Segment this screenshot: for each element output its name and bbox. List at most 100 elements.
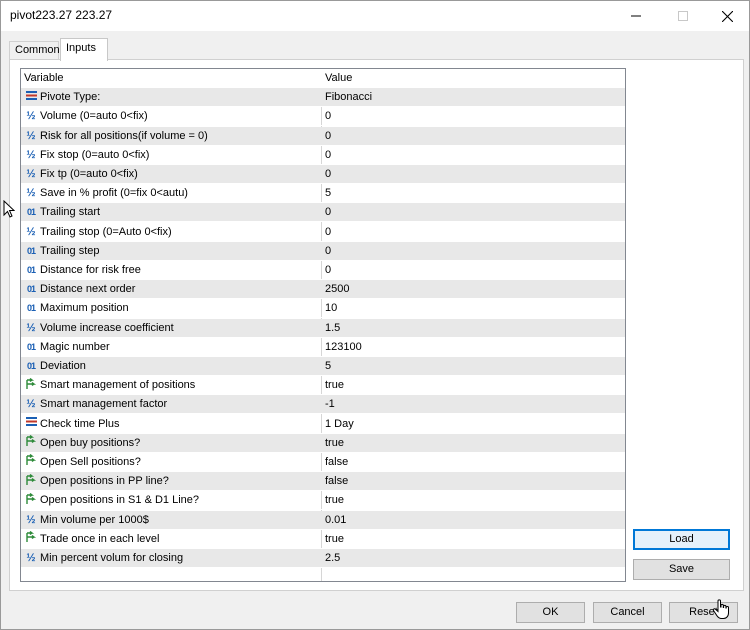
int-icon: 01 (26, 303, 36, 314)
value-cell[interactable]: 2.5 (325, 549, 621, 568)
table-row[interactable]: ½ Smart management factor -1 (21, 395, 625, 415)
variable-cell: Open positions in PP line? (24, 472, 320, 491)
table-row[interactable]: Open positions in S1 & D1 Line? true (21, 491, 625, 511)
value-cell[interactable]: Fibonacci (325, 88, 621, 107)
variable-name: Trade once in each level (40, 532, 160, 545)
variable-name: Open positions in S1 & D1 Line? (40, 494, 199, 507)
table-row[interactable]: 01 Trailing start 0 (21, 203, 625, 223)
load-button[interactable]: Load (633, 529, 730, 550)
double-icon: ½ (26, 513, 36, 526)
table-row[interactable]: Open Sell positions? false (21, 453, 625, 472)
minimize-icon (631, 15, 641, 17)
value-cell[interactable]: true (325, 491, 621, 510)
table-row[interactable]: Smart management of positions true (21, 376, 625, 396)
table-row[interactable]: Pivote Type: Fibonacci (21, 88, 625, 108)
double-icon: ½ (26, 110, 36, 123)
value-cell[interactable]: true (325, 530, 621, 549)
table-row[interactable]: 01 Distance next order 2500 (21, 280, 625, 300)
variable-cell: 01 Distance next order (24, 280, 320, 299)
variable-name: Deviation (40, 360, 86, 372)
table-row[interactable]: ½ Fix stop (0=auto 0<fix) 0 (21, 146, 625, 165)
value-cell[interactable]: 0 (325, 165, 621, 184)
tab-inputs[interactable]: Inputs (60, 38, 108, 61)
table-row[interactable]: 01 Distance for risk free 0 (21, 261, 625, 280)
ok-button[interactable]: OK (516, 602, 585, 623)
variable-cell: 01 Maximum position (24, 299, 320, 318)
value-cell[interactable]: 1 Day (325, 415, 621, 434)
variable-name: Fix tp (0=auto 0<fix) (40, 168, 138, 180)
variable-cell: Check time Plus (24, 415, 320, 434)
value-cell[interactable]: 2500 (325, 280, 621, 299)
value-cell[interactable]: 0 (325, 107, 621, 126)
table-row[interactable]: ½ Volume increase coefficient 1.5 (21, 318, 625, 338)
value-cell[interactable]: 0 (325, 223, 621, 242)
value-cell[interactable]: 0 (325, 146, 621, 165)
value-cell[interactable]: 1.5 (325, 319, 621, 338)
table-row[interactable]: Trade once in each level true (21, 530, 625, 549)
double-icon: ½ (26, 552, 36, 564)
variable-cell: 01 Magic number (24, 338, 320, 357)
table-row[interactable]: ½ Fix tp (0=auto 0<fix) 0 (21, 165, 625, 184)
bool-icon (24, 472, 38, 490)
int-icon: 01 (26, 361, 36, 371)
double-icon: ½ (26, 187, 36, 200)
title-bar[interactable]: pivot223.27 223.27 (1, 1, 749, 31)
double-icon: ½ (26, 321, 36, 334)
table-row[interactable]: ½ Trailing stop (0=Auto 0<fix) 0 (21, 223, 625, 242)
table-row[interactable]: 01 Magic number 123100 (21, 338, 625, 357)
value-cell[interactable]: true (325, 434, 621, 453)
value-cell[interactable]: -1 (325, 395, 621, 414)
value-cell[interactable]: 0 (325, 127, 621, 146)
table-row[interactable]: Check time Plus 1 Day (21, 415, 625, 434)
value-cell[interactable]: 0.01 (325, 511, 621, 530)
save-button[interactable]: Save (633, 559, 730, 580)
header-variable[interactable]: Variable (24, 69, 320, 88)
value-cell[interactable]: 5 (325, 357, 621, 376)
value-cell[interactable]: 0 (325, 242, 621, 261)
value-cell[interactable]: 123100 (325, 338, 621, 357)
table-row[interactable]: ½ Min volume per 1000$ 0.01 (21, 510, 625, 530)
variable-cell: ½ Min volume per 1000$ (24, 511, 320, 530)
double-icon: ½ (26, 168, 36, 180)
minimize-button[interactable] (613, 1, 659, 31)
variable-name: Check time Plus (40, 417, 120, 430)
variable-name: Min percent volum for closing (40, 552, 184, 564)
table-row[interactable]: ½ Save in % profit (0=fix 0<autu) 5 (21, 184, 625, 204)
tab-common[interactable]: Common (9, 41, 60, 60)
table-row[interactable]: 01 Deviation 5 (21, 357, 625, 376)
cancel-button[interactable]: Cancel (593, 602, 662, 623)
bool-icon (24, 376, 38, 394)
int-icon: 01 (26, 207, 36, 218)
table-row[interactable]: 01 Trailing step 0 (21, 241, 625, 261)
table-row[interactable]: ½ Min percent volum for closing 2.5 (21, 549, 625, 568)
variable-cell: Open buy positions? (24, 434, 320, 453)
variable-cell: ½ Volume (0=auto 0<fix) (24, 107, 320, 126)
variable-name: Magic number (40, 340, 110, 353)
variable-name: Smart management of positions (40, 379, 196, 392)
variable-name: Volume increase coefficient (40, 321, 174, 334)
table-row[interactable]: Open buy positions? true (21, 433, 625, 453)
variable-cell: Trade once in each level (24, 530, 320, 549)
int-icon: 01 (26, 341, 36, 352)
bool-icon (24, 453, 38, 471)
variable-name: Min volume per 1000$ (40, 513, 149, 526)
value-cell[interactable]: 0 (325, 261, 621, 280)
value-cell[interactable]: false (325, 453, 621, 472)
value-cell[interactable]: true (325, 376, 621, 395)
variable-cell: ½ Risk for all positions(if volume = 0) (24, 127, 320, 146)
value-cell[interactable]: 10 (325, 299, 621, 318)
header-value[interactable]: Value (325, 69, 621, 88)
variable-name: Trailing step (40, 244, 100, 257)
table-row[interactable]: ½ Risk for all positions(if volume = 0) 0 (21, 126, 625, 146)
value-cell[interactable]: 5 (325, 184, 621, 203)
table-row[interactable]: Open positions in PP line? false (21, 472, 625, 492)
variable-name: Trailing start (40, 206, 101, 219)
variable-name: Open buy positions? (40, 436, 141, 449)
inputs-panel: Variable Value Pivote Type: Fibonacci ½ Vol… (9, 59, 744, 591)
table-row[interactable]: ½ Volume (0=auto 0<fix) 0 (21, 107, 625, 127)
value-cell[interactable]: false (325, 472, 621, 491)
table-row[interactable]: 01 Maximum position 10 (21, 299, 625, 319)
value-cell[interactable]: 0 (325, 203, 621, 222)
variable-cell: ½ Save in % profit (0=fix 0<autu) (24, 184, 320, 203)
close-button[interactable] (704, 1, 750, 31)
